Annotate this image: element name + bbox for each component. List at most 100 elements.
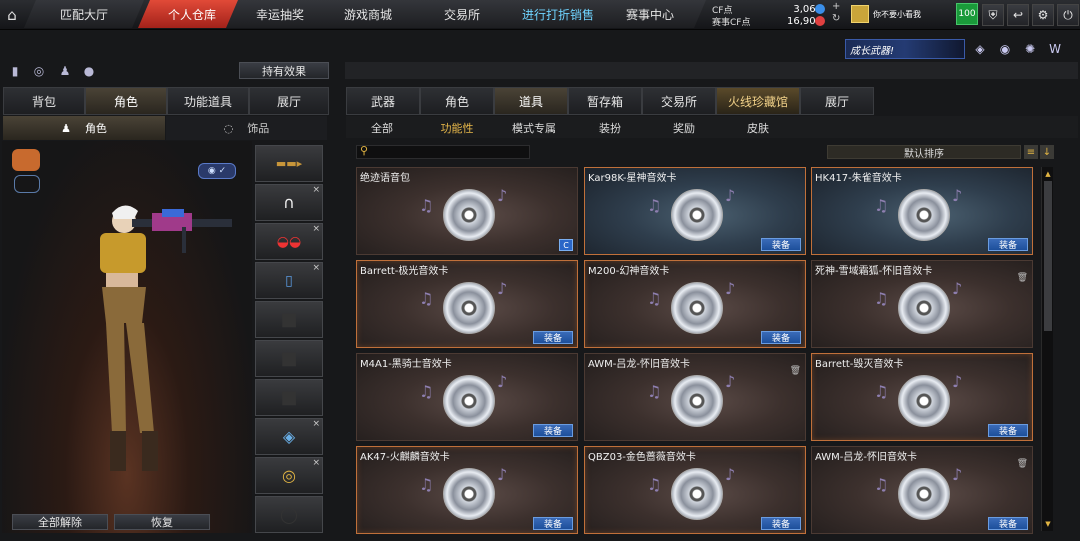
equip-button[interactable]: 装备 <box>533 331 573 344</box>
sort-order-icon[interactable]: ↓ <box>1040 145 1054 159</box>
item-card[interactable]: 绝迹语音包 ♫ ♪ C <box>356 167 578 255</box>
music-note-icon: ♫ <box>874 289 889 308</box>
badge-icon-4[interactable]: W <box>1045 39 1065 59</box>
scroll-thumb[interactable] <box>1044 181 1052 331</box>
trash-icon[interactable]: 🗑 <box>1017 273 1028 283</box>
character-icon: ♟ <box>61 121 71 135</box>
nav-tab-match-lobby[interactable]: 匹配大厅 <box>24 0 144 28</box>
badge-icon-1[interactable]: ◈ <box>970 39 990 59</box>
tab-function-items[interactable]: 功能道具 <box>167 87 249 115</box>
trash-icon[interactable]: 🗑 <box>1017 459 1028 469</box>
subtab-accessory[interactable]: ◌ 饰品 <box>166 116 327 140</box>
growth-weapon-banner[interactable]: 成长武器! <box>845 39 965 59</box>
filter-skin[interactable]: 皮肤 <box>736 116 780 140</box>
close-icon[interactable]: × <box>312 458 320 468</box>
item-card[interactable]: QBZ03-金色蔷薇音效卡 ♫ ♪ 装备 <box>584 446 806 534</box>
item-card[interactable]: Barrett-极光音效卡 ♫ ♪ 装备 <box>356 260 578 348</box>
slot-headset[interactable]: ∩ × <box>255 184 323 221</box>
scrollbar[interactable]: ▲ ▼ <box>1041 167 1053 531</box>
disc-icon <box>443 282 495 334</box>
character-preview[interactable]: ◉ ✓ <box>2 141 252 533</box>
item-card[interactable]: AWM-吕龙-怀旧音效卡 ♫ ♪ 🗑 <box>584 353 806 441</box>
tab-showroom[interactable]: 展厅 <box>249 87 329 115</box>
filter-dressup[interactable]: 装扮 <box>588 116 632 140</box>
tab-backpack[interactable]: 背包 <box>3 87 85 115</box>
close-icon[interactable]: × <box>312 185 320 195</box>
equip-button[interactable]: 装备 <box>988 517 1028 530</box>
slot-empty-2[interactable]: ■ <box>255 340 323 377</box>
unequip-all-button[interactable]: 全部解除 <box>12 514 108 530</box>
trash-icon[interactable]: 🗑 <box>790 366 801 376</box>
equip-button[interactable]: 装备 <box>761 331 801 344</box>
stats-icon[interactable]: ▮ <box>6 62 24 80</box>
item-card[interactable]: Barrett-毁灭音效卡 ♫ ♪ 装备 <box>811 353 1033 441</box>
item-card[interactable]: 死神-雪域霜狐-怀旧音效卡 ♫ ♪ 🗑 <box>811 260 1033 348</box>
subtab-character[interactable]: ♟ 角色 <box>3 116 165 140</box>
tab-weapons[interactable]: 武器 <box>346 87 420 115</box>
slot-ring[interactable]: ◈ × <box>255 418 323 455</box>
slot-empty-1[interactable]: ■ <box>255 301 323 338</box>
item-card[interactable]: Kar98K-星神音效卡 ♫ ♪ 装备 <box>584 167 806 255</box>
filter-reward[interactable]: 奖励 <box>662 116 706 140</box>
disc-icon <box>898 375 950 427</box>
hold-effect-button[interactable]: 持有效果 <box>239 62 329 79</box>
tab-temp-box[interactable]: 暂存箱 <box>568 87 642 115</box>
home-icon[interactable]: ⌂ <box>0 0 24 30</box>
list-view-icon[interactable]: ≡ <box>1024 145 1038 159</box>
disc-icon <box>671 375 723 427</box>
slot-radio[interactable]: ▯ × <box>255 262 323 299</box>
filter-functional[interactable]: 功能性 <box>432 116 482 140</box>
item-card[interactable]: HK417-朱雀音效卡 ♫ ♪ 装备 <box>811 167 1033 255</box>
tab-props[interactable]: 道具 <box>494 87 568 115</box>
sort-dropdown[interactable]: 默认排序 <box>827 145 1021 160</box>
gear-icon[interactable]: ⚙ <box>1032 4 1054 26</box>
nav-tab-event-center[interactable]: 赛事中心 <box>594 0 706 28</box>
badge-icon-3[interactable]: ✺ <box>1020 39 1040 59</box>
eye-icon[interactable]: ◎ <box>30 62 48 80</box>
item-title: M4A1-黑骑士音效卡 <box>360 359 452 370</box>
refresh-icon[interactable]: ↻ <box>832 13 840 24</box>
tab-character[interactable]: 角色 <box>85 87 167 115</box>
tab-collection-hall[interactable]: 火线珍藏馆 <box>716 87 800 115</box>
close-icon[interactable]: × <box>312 263 320 273</box>
tab-roles[interactable]: 角色 <box>420 87 494 115</box>
character-icon[interactable]: ♟ <box>56 62 74 80</box>
item-card[interactable]: AWM-吕龙-怀旧音效卡 ♫ ♪ 🗑 装备 <box>811 446 1033 534</box>
restore-button[interactable]: 恢复 <box>114 514 210 530</box>
search-input[interactable]: ⚲ <box>356 144 530 159</box>
scroll-up-icon[interactable]: ▲ <box>1043 169 1053 179</box>
badge-icon-2[interactable]: ◉ <box>995 39 1015 59</box>
scroll-down-icon[interactable]: ▼ <box>1043 519 1053 529</box>
tab-exchange[interactable]: 交易所 <box>642 87 716 115</box>
subtab-character-label: 角色 <box>84 122 107 135</box>
slot-empty-4[interactable]: ◯ <box>255 496 323 533</box>
shield-icon[interactable]: ⛨ <box>982 4 1004 26</box>
tab-showroom-right[interactable]: 展厅 <box>800 87 874 115</box>
equip-button[interactable]: 装备 <box>761 517 801 530</box>
subtab-accessory-label: 饰品 <box>247 122 270 135</box>
equip-button[interactable]: 装备 <box>988 424 1028 437</box>
item-card[interactable]: AK47-火麒麟音效卡 ♫ ♪ 装备 <box>356 446 578 534</box>
level-badge: 100 <box>956 3 978 25</box>
close-icon[interactable]: × <box>312 419 320 429</box>
avatar[interactable] <box>851 5 869 23</box>
slot-gold-ring[interactable]: ◎ × <box>255 457 323 494</box>
item-card[interactable]: M4A1-黑骑士音效卡 ♫ ♪ 装备 <box>356 353 578 441</box>
music-note-icon: ♪ <box>952 465 963 484</box>
slot-goggles[interactable]: ◒◒ × <box>255 223 323 260</box>
filter-all[interactable]: 全部 <box>360 116 404 140</box>
close-icon[interactable]: × <box>312 224 320 234</box>
music-note-icon: ♪ <box>952 186 963 205</box>
equip-button[interactable]: 装备 <box>761 238 801 251</box>
slot-empty-3[interactable]: ■ <box>255 379 323 416</box>
bag-icon[interactable]: ● <box>80 62 98 80</box>
filter-mode-exclusive[interactable]: 模式专属 <box>506 116 562 140</box>
add-cf-icon[interactable]: + <box>832 1 840 12</box>
power-icon[interactable]: ⏻ <box>1057 4 1079 26</box>
item-card[interactable]: M200-幻神音效卡 ♫ ♪ 装备 <box>584 260 806 348</box>
equip-button[interactable]: 装备 <box>533 424 573 437</box>
slot-weapon[interactable]: ▬▬▸ <box>255 145 323 182</box>
equip-button[interactable]: 装备 <box>533 517 573 530</box>
equip-button[interactable]: 装备 <box>988 238 1028 251</box>
return-icon[interactable]: ↩ <box>1007 4 1029 26</box>
